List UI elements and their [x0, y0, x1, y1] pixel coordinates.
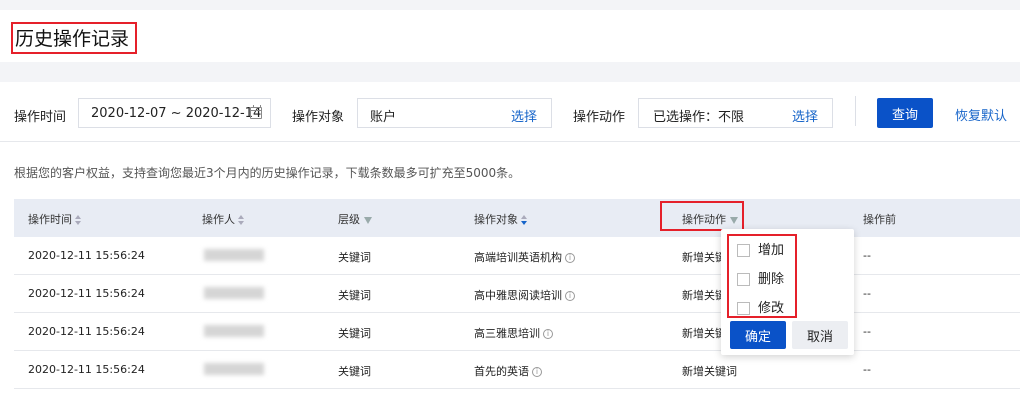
- action-select-link[interactable]: 选择: [792, 106, 818, 125]
- header-operator-label: 操作人: [202, 213, 235, 226]
- header-time[interactable]: 操作时间: [28, 211, 81, 227]
- cell-object-text: 首先的英语: [474, 365, 529, 378]
- cell-time: 2020-12-11 15:56:24: [28, 363, 145, 376]
- info-icon[interactable]: i: [565, 291, 575, 301]
- table-row: 2020-12-11 15:56:24 关键词 首先的英语 i 新增关键词 --: [14, 351, 1020, 389]
- cell-object-text: 高中雅思阅读培训: [474, 289, 562, 302]
- date-range-picker[interactable]: 2020-12-07 ~ 2020-12-14: [78, 98, 271, 128]
- top-strip: [0, 0, 1020, 10]
- sort-icon[interactable]: [521, 215, 527, 225]
- cell-object: 高端培训英语机构 i: [474, 249, 575, 265]
- table-header: 操作时间 操作人 层级 操作对象 操作动作 操作前: [14, 199, 1020, 237]
- notice-text: 根据您的客户权益，支持查询您最近3个月内的历史操作记录，下载条数最多可扩充至50…: [14, 166, 521, 180]
- sort-icon[interactable]: [238, 215, 244, 225]
- page-title: 历史操作记录: [11, 22, 138, 54]
- cell-object: 高中雅思阅读培训 i: [474, 287, 575, 303]
- query-button[interactable]: 查询: [877, 98, 933, 128]
- cell-level: 关键词: [338, 327, 371, 340]
- header-before-label: 操作前: [863, 213, 896, 226]
- object-select-link[interactable]: 选择: [511, 106, 537, 125]
- object-filter-value: 账户: [370, 110, 397, 125]
- info-icon[interactable]: i: [565, 253, 575, 263]
- reset-default-link[interactable]: 恢复默认: [955, 105, 1007, 124]
- cell-time: 2020-12-11 15:56:24: [28, 287, 145, 300]
- options-highlight: [727, 234, 797, 318]
- calendar-icon[interactable]: [250, 105, 262, 119]
- object-filter-field[interactable]: 账户 选择: [357, 98, 552, 128]
- info-icon[interactable]: i: [543, 329, 553, 339]
- header-level[interactable]: 层级: [338, 211, 372, 227]
- divider: [855, 96, 856, 126]
- cell-level: 关键词: [338, 289, 371, 302]
- header-object-label: 操作对象: [474, 213, 518, 226]
- header-object[interactable]: 操作对象: [474, 211, 527, 227]
- table-row: 2020-12-11 15:56:24 关键词 高端培训英语机构 i 新增关键词 …: [14, 237, 1020, 275]
- table-row: 2020-12-11 15:56:24 关键词 高三雅思培训 i 新增关键词 --: [14, 313, 1020, 351]
- action-filter-value: 已选操作：不限: [653, 110, 745, 125]
- action-header-highlight: [660, 201, 744, 231]
- cell-object-text: 高三雅思培训: [474, 327, 540, 340]
- header-level-label: 层级: [338, 213, 360, 226]
- cell-object: 首先的英语 i: [474, 363, 542, 379]
- filter-bar: 操作时间 2020-12-07 ~ 2020-12-14 操作对象 账户 选择 …: [0, 82, 1020, 142]
- cell-object: 高三雅思培训 i: [474, 325, 553, 341]
- cell-before: --: [863, 325, 871, 338]
- cell-before: --: [863, 363, 871, 376]
- cell-level: 关键词: [338, 365, 371, 378]
- cell-object-text: 高端培训英语机构: [474, 251, 562, 264]
- table-row: 2020-12-11 15:56:24 关键词 高中雅思阅读培训 i 新增关键词 …: [14, 275, 1020, 313]
- confirm-button[interactable]: 确定: [730, 321, 786, 349]
- cancel-button[interactable]: 取消: [792, 321, 848, 349]
- header-operator[interactable]: 操作人: [202, 211, 244, 227]
- masked-operator: [204, 363, 264, 375]
- title-bar: 历史操作记录: [0, 10, 1020, 62]
- header-time-label: 操作时间: [28, 213, 72, 226]
- filter-icon[interactable]: [364, 216, 372, 224]
- info-icon[interactable]: i: [532, 367, 542, 377]
- action-filter-label: 操作动作: [573, 110, 626, 125]
- header-before: 操作前: [863, 211, 896, 227]
- sort-icon[interactable]: [75, 215, 81, 225]
- date-range-value: 2020-12-07 ~ 2020-12-14: [91, 106, 262, 121]
- object-filter-label: 操作对象: [292, 110, 345, 125]
- cell-before: --: [863, 287, 871, 300]
- gap-strip: [0, 62, 1020, 82]
- cell-before: --: [863, 249, 871, 262]
- time-filter-label: 操作时间: [14, 110, 67, 125]
- cell-time: 2020-12-11 15:56:24: [28, 249, 145, 262]
- masked-operator: [204, 249, 264, 261]
- cell-action: 新增关键词: [682, 365, 737, 378]
- masked-operator: [204, 287, 264, 299]
- action-filter-field[interactable]: 已选操作：不限 选择: [638, 98, 833, 128]
- cell-time: 2020-12-11 15:56:24: [28, 325, 145, 338]
- cell-level: 关键词: [338, 251, 371, 264]
- masked-operator: [204, 325, 264, 337]
- history-table: 操作时间 操作人 层级 操作对象 操作动作 操作前 2020-12-11 15:…: [14, 199, 1020, 389]
